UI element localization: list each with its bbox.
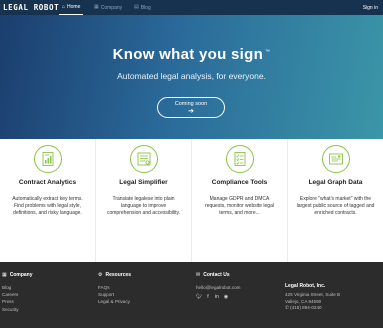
- phone-icon: ✆: [285, 305, 289, 311]
- footer-link-support[interactable]: Support: [98, 291, 131, 298]
- navbar: LEGAL ROBOT ⌂ Home ▦ Company ▤ Blog Sign…: [0, 0, 383, 15]
- contact-email-link[interactable]: hello@legalrobot.com: [196, 284, 241, 291]
- feature-title: Legal Graph Data: [308, 179, 363, 186]
- feature-title: Compliance Tools: [211, 179, 268, 186]
- signin-link[interactable]: Sign in: [363, 0, 378, 15]
- feature-description: Automatically extract key terms. Find pr…: [12, 196, 83, 217]
- hero-title-text: Know what you sign: [112, 46, 264, 63]
- footer-link-faqs[interactable]: FAQs: [98, 284, 131, 291]
- nav-item-company[interactable]: ▦ Company: [91, 0, 125, 15]
- nav-item-blog[interactable]: ▤ Blog: [131, 0, 154, 15]
- phone-number: ✆ (415) 894-0240: [285, 305, 340, 312]
- footer-link-security[interactable]: Security: [2, 306, 33, 313]
- compliance-icon: [225, 145, 254, 173]
- footer-link-legal-privacy[interactable]: Legal & Privacy: [98, 298, 131, 305]
- arrow-right-icon: ➔: [188, 107, 194, 115]
- address-line-1: 425 Virginia Street, Suite B: [285, 292, 341, 297]
- nav-item-label: Home: [67, 4, 81, 10]
- hero-section: Know what you sign ™ Automated legal anal…: [0, 15, 383, 139]
- feature-description: Translate legalese into plain language t…: [106, 196, 180, 217]
- building-icon: ▦: [2, 272, 7, 278]
- company-name: Legal Robot, Inc.: [285, 283, 326, 289]
- graph-data-icon: [321, 145, 350, 173]
- hero-title: Know what you sign ™: [0, 46, 383, 63]
- simplifier-icon: [129, 145, 158, 173]
- footer-company-heading: ▦ Company: [2, 272, 33, 278]
- hero-subtitle: Automated legal analysis, for everyone.: [117, 71, 266, 81]
- feature-card: Compliance Tools Manage GDPR and DMCA re…: [192, 139, 288, 262]
- feature-description: Manage GDPR and DMCA requests, monitor w…: [205, 196, 274, 217]
- heading-text: Contact Us: [203, 272, 230, 278]
- nav-item-label: Company: [100, 4, 123, 11]
- footer-link-press[interactable]: Press: [2, 298, 33, 305]
- nav-item-home[interactable]: ⌂ Home: [59, 0, 84, 15]
- feature-title: Contract Analytics: [18, 179, 77, 186]
- feature-description: Explore "what's market" with the largest…: [296, 196, 375, 217]
- footer-resources-column: ⚙ Resources FAQs Support Legal & Privacy: [98, 272, 131, 306]
- features-section: Contract Analytics Automatically extract…: [0, 139, 383, 262]
- footer-resources-heading: ⚙ Resources: [98, 272, 131, 278]
- feature-title: Legal Simplifier: [119, 179, 168, 186]
- footer-contact-column: ✉ Contact Us hello@legalrobot.com 🐦︎ f i…: [196, 272, 241, 300]
- footer-company-column: ▦ Company Blog Careers Press Security: [2, 272, 33, 313]
- heading-text: Company: [9, 272, 33, 278]
- trademark-mark: ™: [265, 49, 271, 55]
- feature-card: Legal Graph Data Explore "what's market"…: [288, 139, 383, 262]
- coming-soon-button[interactable]: Coming soon ➔: [157, 97, 225, 118]
- linkedin-icon[interactable]: in: [214, 294, 220, 300]
- footer-link-blog[interactable]: Blog: [2, 284, 33, 291]
- heading-text: Resources: [105, 272, 132, 278]
- footer-link-careers[interactable]: Careers: [2, 291, 33, 298]
- tools-icon: ⚙: [98, 272, 103, 278]
- contract-analytics-icon: [33, 145, 62, 173]
- building-icon: ▦: [94, 4, 99, 10]
- footer: ▦ Company Blog Careers Press Security ⚙ …: [0, 262, 383, 328]
- social-links: 🐦︎ f in ◉: [196, 294, 241, 300]
- feature-card: Legal Simplifier Translate legalese into…: [96, 139, 192, 262]
- twitter-icon[interactable]: 🐦︎: [196, 294, 202, 300]
- home-icon: ⌂: [62, 3, 66, 10]
- footer-address-column: Legal Robot, Inc. 425 Virginia Street, S…: [285, 274, 340, 312]
- nav-item-label: Blog: [140, 4, 151, 11]
- brand-logo[interactable]: LEGAL ROBOT: [3, 2, 59, 13]
- facebook-icon[interactable]: f: [205, 294, 211, 300]
- blog-icon: ▤: [134, 4, 139, 10]
- address-line-2: Vallejo, CA 94590: [285, 298, 322, 304]
- phone-text: (415) 894-0240: [290, 305, 322, 311]
- feature-card: Contract Analytics Automatically extract…: [0, 139, 96, 262]
- chat-icon: ✉: [196, 272, 201, 278]
- github-icon[interactable]: ◉: [223, 294, 229, 300]
- footer-contact-heading: ✉ Contact Us: [196, 272, 241, 278]
